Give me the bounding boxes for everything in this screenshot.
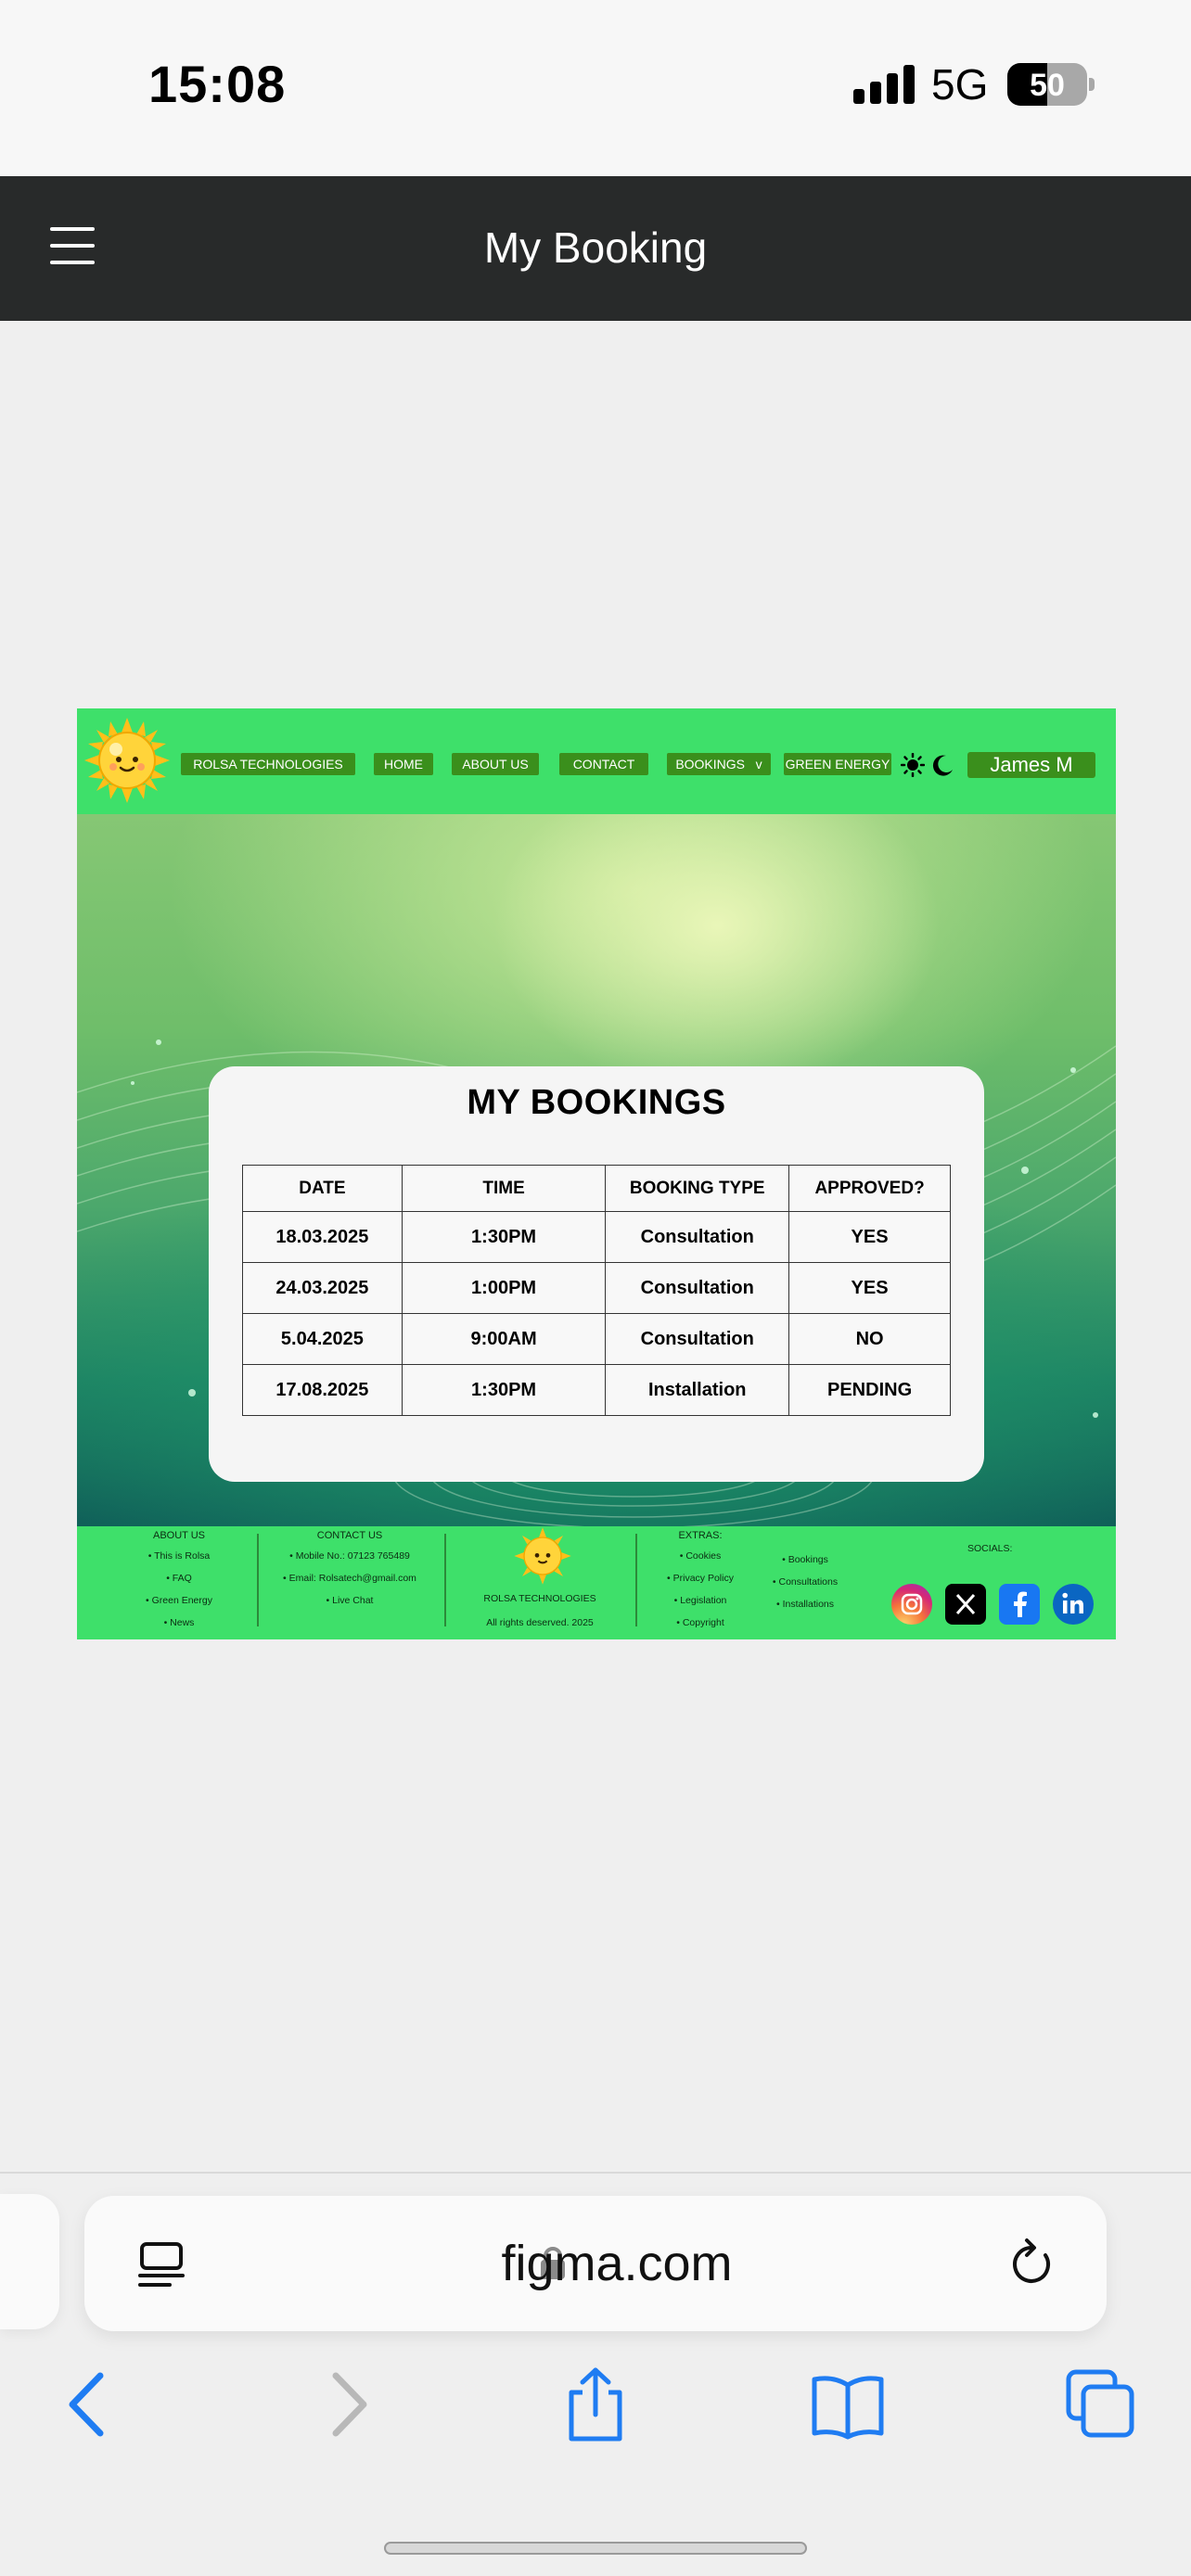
footer-heading: ABOUT US <box>152 1530 206 1541</box>
footer-link[interactable]: Privacy Policy <box>656 1573 745 1584</box>
nav-about-link[interactable]: ABOUT US <box>452 753 539 775</box>
hero-background: MY BOOKINGS DATE TIME BOOKING TYPE APPRO… <box>77 814 1116 1526</box>
footer-link[interactable]: Live Chat <box>266 1595 433 1606</box>
booking-approved: YES <box>788 1211 951 1263</box>
footer-link[interactable]: This is Rolsa <box>114 1550 244 1562</box>
booking-type: Installation <box>605 1364 790 1416</box>
table-row: 24.03.2025 1:00PM Consultation YES <box>242 1262 951 1314</box>
footer-divider <box>444 1534 446 1626</box>
footer-link[interactable]: Copyright <box>656 1617 745 1628</box>
figma-frame: ROLSA TECHNOLOGIES HOME ABOUT US CONTACT… <box>77 708 1116 1639</box>
table-row: 18.03.2025 1:30PM Consultation YES <box>242 1211 951 1263</box>
booking-date: 18.03.2025 <box>242 1211 403 1263</box>
my-bookings-card: MY BOOKINGS DATE TIME BOOKING TYPE APPRO… <box>209 1066 984 1482</box>
table-header-row: DATE TIME BOOKING TYPE APPROVED? <box>242 1165 951 1212</box>
page-title: My Booking <box>483 223 708 272</box>
footer-heading: CONTACT US <box>316 1530 383 1541</box>
reload-icon[interactable] <box>1006 2237 1058 2290</box>
footer-link[interactable]: Cookies <box>656 1550 745 1562</box>
footer-rights: All rights deserved. 2025 <box>486 1617 594 1628</box>
bookings-heading: MY BOOKINGS <box>467 1083 726 1122</box>
footer-link[interactable]: News <box>114 1617 244 1628</box>
sun-logo-icon <box>84 718 170 803</box>
footer-link[interactable]: FAQ <box>114 1573 244 1584</box>
footer-divider <box>635 1534 637 1626</box>
share-icon[interactable] <box>558 2366 633 2442</box>
battery-percent: 50 <box>1030 68 1065 103</box>
battery-cap <box>1089 78 1095 91</box>
nav-bookings-dropdown[interactable]: BOOKINGS v <box>667 753 771 775</box>
site-navbar: ROLSA TECHNOLOGIES HOME ABOUT US CONTACT… <box>77 708 1116 814</box>
footer-socials-heading: SOCIALS: <box>967 1543 1013 1554</box>
footer-link[interactable]: Consultations <box>763 1576 847 1588</box>
footer-link[interactable]: Installations <box>763 1599 847 1610</box>
bookings-table: DATE TIME BOOKING TYPE APPROVED? 18.03.2… <box>242 1165 951 1416</box>
booking-approved: YES <box>788 1262 951 1314</box>
footer-divider <box>257 1534 259 1626</box>
linkedin-icon[interactable] <box>1053 1584 1094 1625</box>
footer-heading: EXTRAS: <box>678 1530 723 1541</box>
booking-time: 9:00AM <box>401 1313 607 1365</box>
dark-mode-icon[interactable] <box>930 753 954 777</box>
column-header: DATE <box>242 1165 403 1212</box>
battery-icon: 50 <box>1007 63 1087 106</box>
footer-link[interactable]: Green Energy <box>114 1595 244 1606</box>
booking-time: 1:30PM <box>401 1211 607 1263</box>
column-header: APPROVED? <box>788 1165 951 1212</box>
status-bar: 15:08 5G 50 <box>0 0 1191 176</box>
footer-extras-services: Bookings Consultations Installations <box>763 1554 847 1621</box>
booking-approved: NO <box>788 1313 951 1365</box>
nav-brand-link[interactable]: ROLSA TECHNOLOGIES <box>181 753 355 775</box>
booking-date: 24.03.2025 <box>242 1262 403 1314</box>
url-text: figma.com <box>501 2236 733 2291</box>
booking-time: 1:30PM <box>401 1364 607 1416</box>
footer-sun-logo-icon <box>514 1527 571 1585</box>
table-row: 17.08.2025 1:30PM Installation PENDING <box>242 1364 951 1416</box>
footer-link[interactable]: Email: Rolsatech@gmail.com <box>266 1573 433 1584</box>
instagram-icon[interactable] <box>891 1584 932 1625</box>
bookmarks-icon[interactable] <box>811 2366 885 2442</box>
booking-date: 5.04.2025 <box>242 1313 403 1365</box>
light-mode-icon[interactable] <box>901 753 925 777</box>
home-indicator[interactable] <box>384 2542 807 2555</box>
address-bar[interactable]: figma.com <box>84 2196 1107 2331</box>
status-time: 15:08 <box>148 55 287 113</box>
footer-link[interactable]: Mobile No.: 07123 765489 <box>266 1550 433 1562</box>
previous-tab-peek[interactable] <box>0 2194 59 2329</box>
facebook-icon[interactable] <box>999 1584 1040 1625</box>
signal-icon <box>853 65 915 104</box>
footer-link[interactable]: Bookings <box>763 1554 847 1565</box>
column-header: BOOKING TYPE <box>605 1165 790 1212</box>
user-account-button[interactable]: James M <box>967 752 1095 778</box>
nav-contact-link[interactable]: CONTACT <box>559 753 648 775</box>
booking-approved: PENDING <box>788 1364 951 1416</box>
forward-icon[interactable] <box>310 2366 384 2442</box>
footer-extras: EXTRAS: Cookies Privacy Policy Legislati… <box>656 1530 745 1639</box>
app-header: My Booking <box>0 176 1191 321</box>
footer-link[interactable]: Legislation <box>656 1595 745 1606</box>
tabs-icon[interactable] <box>1063 2366 1137 2442</box>
back-icon[interactable] <box>52 2366 126 2442</box>
footer-contact: CONTACT US Mobile No.: 07123 765489 Emai… <box>266 1530 433 1617</box>
table-row: 5.04.2025 9:00AM Consultation NO <box>242 1313 951 1365</box>
nav-green-energy-link[interactable]: GREEN ENERGY <box>784 753 891 775</box>
booking-type: Consultation <box>605 1262 790 1314</box>
booking-time: 1:00PM <box>401 1262 607 1314</box>
network-type: 5G <box>931 60 989 108</box>
column-header: TIME <box>401 1165 607 1212</box>
booking-date: 17.08.2025 <box>242 1364 403 1416</box>
site-footer: ABOUT US This is Rolsa FAQ Green Energy … <box>77 1526 1116 1639</box>
booking-type: Consultation <box>605 1313 790 1365</box>
booking-type: Consultation <box>605 1211 790 1263</box>
footer-about: ABOUT US This is Rolsa FAQ Green Energy … <box>114 1530 244 1639</box>
nav-home-link[interactable]: HOME <box>374 753 433 775</box>
x-icon[interactable] <box>945 1584 986 1625</box>
footer-brand-name: ROLSA TECHNOLOGIES <box>483 1593 596 1604</box>
